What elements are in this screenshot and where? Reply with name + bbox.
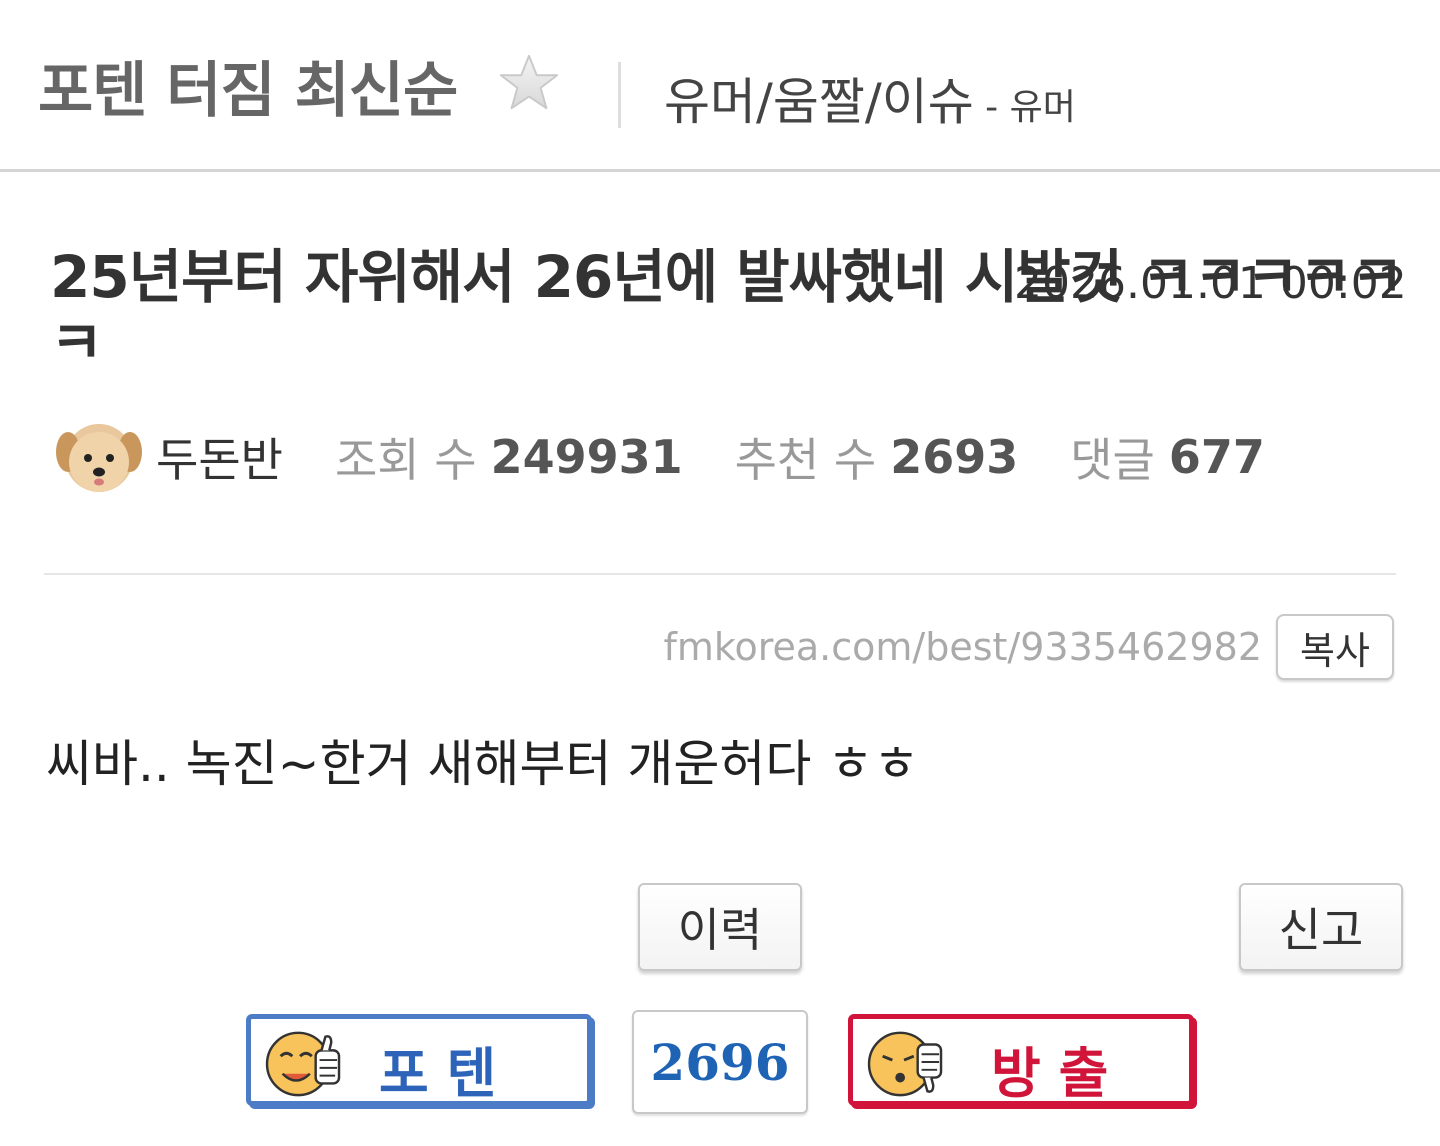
thumbs-up-face-icon: [265, 1031, 341, 1097]
history-button[interactable]: 이력: [638, 883, 802, 971]
comments-count[interactable]: 677: [1169, 430, 1265, 484]
comments-label[interactable]: 댓글: [1070, 424, 1155, 490]
post-meta: 두돈반 조회 수 249931 추천 수 2693 댓글 677: [54, 418, 1317, 496]
recommend-label: 추천 수: [734, 433, 877, 487]
board-title[interactable]: 포텐 터짐 최신순: [38, 42, 458, 129]
vote-up-label: 포텐: [379, 1042, 515, 1105]
board-category[interactable]: 유머/움짤/이슈 - 유머: [664, 62, 1076, 134]
author-name[interactable]: 두돈반: [156, 424, 283, 490]
divider: [44, 573, 1396, 575]
category-label: 유머/움짤/이슈: [664, 73, 974, 131]
views-count: 249931: [490, 430, 683, 484]
vote-down-label: 방출: [991, 1042, 1127, 1105]
post-date: 2026.01.01 00:02: [1014, 258, 1407, 309]
star-icon[interactable]: [498, 52, 560, 114]
vote-count-box: 2696: [632, 1010, 808, 1114]
board-header: 포텐 터짐 최신순 유머/움짤/이슈 - 유머: [0, 0, 1440, 172]
header-divider: [618, 62, 621, 128]
sub-category-label: - 유머: [973, 87, 1076, 128]
thumbs-down-face-icon: [867, 1031, 943, 1097]
copy-button[interactable]: 복사: [1276, 614, 1394, 680]
post-body: 씨바.. 녹진~한거 새해부터 개운허다 ㅎㅎ: [46, 735, 920, 793]
post-url[interactable]: fmkorea.com/best/9335462982: [663, 625, 1262, 669]
report-button[interactable]: 신고: [1239, 883, 1403, 971]
vote-down-button[interactable]: 방출: [848, 1014, 1194, 1106]
vote-up-button[interactable]: 포텐: [246, 1014, 592, 1106]
avatar[interactable]: [54, 418, 144, 496]
post-url-row: fmkorea.com/best/9335462982 복사: [663, 614, 1394, 680]
vote-count: 2696: [650, 1032, 790, 1092]
recommend-count: 2693: [890, 430, 1019, 484]
views-label: 조회 수: [334, 433, 477, 487]
